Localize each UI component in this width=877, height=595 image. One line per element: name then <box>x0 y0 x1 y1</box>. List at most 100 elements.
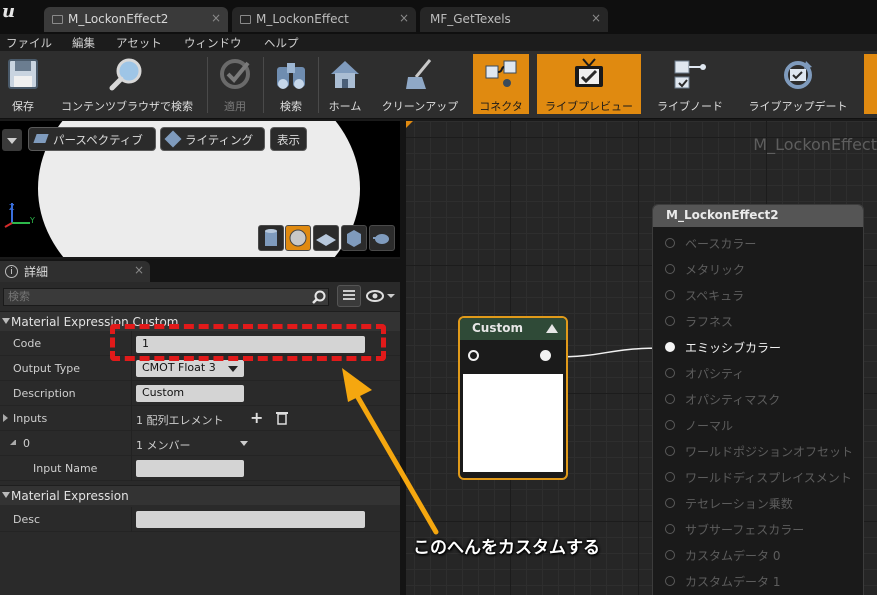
live-preview-button[interactable]: ライブプレビュー <box>537 54 641 114</box>
home-button[interactable]: ホーム <box>320 54 370 114</box>
pin-icon <box>665 368 675 378</box>
custom-mesh-shape-button[interactable] <box>369 225 395 251</box>
perspective-button[interactable]: パースペクティブ <box>28 127 156 151</box>
axis-gizmo-icon <box>4 203 30 228</box>
chevron-down-icon[interactable] <box>240 441 248 446</box>
save-button[interactable]: 保存 <box>0 54 46 114</box>
close-icon[interactable]: × <box>399 11 409 25</box>
pin-icon <box>665 446 675 456</box>
lit-cube-icon <box>164 130 182 148</box>
pin-icon <box>665 550 675 560</box>
input-pin-icon[interactable] <box>468 350 479 361</box>
input-name-field[interactable] <box>136 460 244 477</box>
search-button[interactable]: 検索 <box>266 54 316 114</box>
details-search-input[interactable] <box>3 288 329 306</box>
annotation-callout-text: このへんをカスタムする <box>413 538 600 558</box>
axis-y-label: Y <box>30 216 35 225</box>
inputs-count: 1 配列エレメント <box>136 414 224 427</box>
close-icon[interactable]: × <box>134 263 144 277</box>
close-icon[interactable]: × <box>211 11 221 25</box>
chevron-down-icon <box>228 366 238 372</box>
chevron-down-icon <box>7 138 17 144</box>
tab-label: MF_GetTexels <box>430 12 511 26</box>
connector-icon <box>485 60 517 87</box>
tab-mf-gettexels[interactable]: MF_GetTexels × <box>420 7 608 32</box>
axis-z-label: Z <box>9 203 15 212</box>
trash-icon[interactable] <box>276 411 288 425</box>
tv-icon <box>575 58 603 87</box>
input-name-label: Input Name <box>33 462 98 475</box>
menu-window[interactable]: ウィンドウ <box>184 35 242 51</box>
live-node-button[interactable]: ライブノード <box>647 54 733 114</box>
column-divider[interactable] <box>131 507 132 532</box>
menu-asset[interactable]: アセット <box>116 35 162 51</box>
collapse-triangle-icon[interactable] <box>546 324 558 333</box>
description-label: Description <box>13 387 76 400</box>
tab-m-lockoneffect[interactable]: M_LockonEffect × <box>232 7 416 32</box>
details-tab-bar: i 詳細 × <box>0 259 400 282</box>
home-icon <box>331 61 359 88</box>
material-result-node[interactable]: M_LockonEffect2 ベースカラー メタリック スペキュラ ラフネス … <box>652 204 864 595</box>
teapot-icon <box>373 234 389 244</box>
material-preview-viewport[interactable]: パースペクティブ ライティング 表示 Z Y <box>0 121 400 257</box>
unreal-logo-icon[interactable]: u <box>2 1 24 23</box>
custom-node-header[interactable]: Custom <box>460 318 566 340</box>
tab-details[interactable]: i 詳細 × <box>0 261 150 282</box>
cylinder-icon <box>265 229 277 246</box>
live-update-button[interactable]: ライブアップデート <box>740 54 856 114</box>
connector-button[interactable]: コネクタ <box>473 54 529 114</box>
apply-check-icon <box>220 59 250 89</box>
output-type-dropdown[interactable]: CMOT Float 3 <box>136 360 244 377</box>
pin-icon <box>665 420 675 430</box>
lighting-button[interactable]: ライティング <box>160 127 265 151</box>
sphere-icon <box>289 229 307 247</box>
chevron-right-icon[interactable] <box>3 414 8 422</box>
live-update-icon <box>784 61 812 89</box>
output-pin-icon[interactable] <box>540 350 551 361</box>
menu-edit[interactable]: 編集 <box>72 35 95 51</box>
toolbar-separator <box>318 57 319 113</box>
tab-label: M_LockonEffect <box>256 12 349 26</box>
cleanup-button[interactable]: クリーンアップ <box>372 54 468 114</box>
pin-icon <box>665 472 675 482</box>
live-node-icon <box>674 60 706 89</box>
show-button[interactable]: 表示 <box>270 127 307 151</box>
toolbar-overflow-button[interactable] <box>864 54 877 114</box>
apply-button[interactable]: 適用 <box>210 54 260 114</box>
find-in-content-browser-button[interactable]: コンテンツブラウザで検索 <box>50 54 204 114</box>
toolbar-separator <box>207 57 208 113</box>
title-bar: u M_LockonEffect2 × M_LockonEffect × MF_… <box>0 0 877 34</box>
save-icon <box>8 59 38 89</box>
output-type-label: Output Type <box>13 362 80 375</box>
cylinder-shape-button[interactable] <box>258 225 284 251</box>
binoculars-icon <box>277 63 305 89</box>
plane-shape-button[interactable] <box>313 225 339 251</box>
menu-help[interactable]: ヘルプ <box>264 35 299 51</box>
add-element-icon[interactable]: + <box>250 408 263 427</box>
result-node-header[interactable]: M_LockonEffect2 <box>653 205 863 227</box>
toolbar-separator <box>263 57 264 113</box>
code-label: Code <box>13 337 42 350</box>
pin-icon <box>665 342 675 352</box>
tab-m-lockoneffect2[interactable]: M_LockonEffect2 × <box>44 7 228 32</box>
annotation-arrow-icon <box>342 368 439 535</box>
material-graph-canvas[interactable]: M_LockonEffect Custom M_LockonEffect2 ベー… <box>406 121 877 595</box>
sphere-shape-button[interactable] <box>285 225 311 251</box>
custom-expression-node[interactable]: Custom <box>458 316 568 480</box>
chevron-expanded-icon[interactable] <box>10 439 16 445</box>
grid-list-icon <box>343 290 355 300</box>
viewport-options-button[interactable] <box>2 129 22 151</box>
material-icon <box>240 15 251 24</box>
toolbar: 保存 コンテンツブラウザで検索 適用 検索 ホーム クリーンアップ コネクタ ラ… <box>0 51 877 119</box>
pin-icon <box>665 498 675 508</box>
menu-file[interactable]: ファイル <box>6 35 52 51</box>
pin-icon <box>665 576 675 586</box>
broom-icon <box>406 59 432 89</box>
cube-shape-button[interactable] <box>341 225 367 251</box>
property-matrix-button[interactable] <box>337 285 361 307</box>
custom-node-preview <box>463 374 563 472</box>
description-field[interactable]: Custom <box>136 385 244 402</box>
close-icon[interactable]: × <box>591 11 601 25</box>
chevron-down-icon <box>2 318 10 324</box>
visibility-eye-icon[interactable] <box>365 289 397 303</box>
